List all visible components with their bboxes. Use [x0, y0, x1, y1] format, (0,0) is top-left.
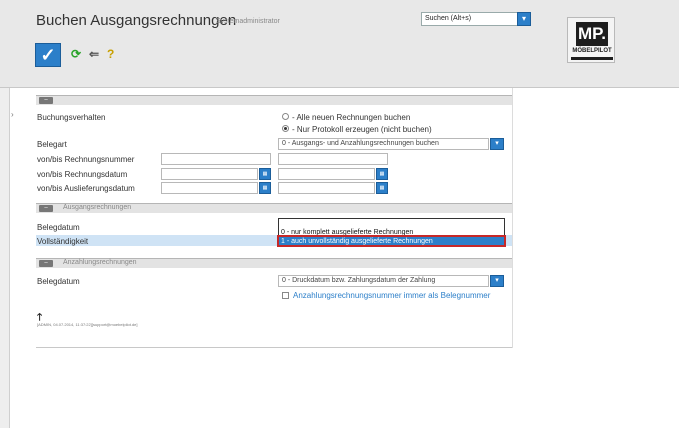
rechnungsdatum-label: von/bis Rechnungsdatum [37, 170, 128, 179]
search-dropdown-button[interactable]: ▾ [517, 12, 531, 26]
vollstaendigkeit-label: Vollständigkeit [37, 237, 89, 246]
logo-text: MÖBELPILOT [572, 48, 612, 54]
radio-nur-protokoll-label: - Nur Protokoll erzeugen (nicht buchen) [292, 125, 432, 134]
left-rail [0, 88, 10, 428]
logo-mark: MP. [576, 22, 608, 46]
footer-meta: [ADMIN, 04.07.2014, 11:37:22][support@mo… [37, 322, 138, 327]
help-icon[interactable]: ? [107, 47, 114, 61]
calendar-icon[interactable]: ▦ [259, 182, 271, 194]
content-right-border [512, 88, 513, 348]
radio-alle-buchen[interactable] [282, 113, 289, 120]
app-header: Buchen Ausgangsrechnungen Systemadminist… [0, 0, 679, 88]
check-icon[interactable]: ✓ [35, 43, 61, 67]
section-anzahlungsrechnungen-header: – Anzahlungsrechnungen [36, 258, 512, 268]
rechnungsnummer-bis-input[interactable] [278, 153, 388, 165]
belegdatum-dropdown-button[interactable]: ▾ [490, 275, 504, 287]
belegdatum-label: Belegdatum [37, 223, 80, 232]
expand-sidebar-icon[interactable]: › [11, 110, 19, 122]
section-title: Ausgangsrechnungen [63, 204, 132, 211]
belegdatum-anzahlung-label: Belegdatum [37, 277, 80, 286]
calendar-icon[interactable]: ▦ [376, 182, 388, 194]
section-general-header: – [36, 95, 512, 105]
belegart-dropdown-button[interactable]: ▾ [490, 138, 504, 150]
collapse-icon[interactable]: – [39, 205, 53, 212]
back-arrow-icon[interactable]: ⇐ [89, 47, 99, 61]
radio-nur-protokoll[interactable] [282, 125, 289, 132]
anzahlungsnummer-checkbox[interactable] [282, 292, 289, 299]
rechnungsdatum-von-input[interactable] [161, 168, 258, 180]
calendar-icon[interactable]: ▦ [259, 168, 271, 180]
auslieferungsdatum-von-input[interactable] [161, 182, 258, 194]
rechnungsnummer-von-input[interactable] [161, 153, 271, 165]
rechnungsdatum-bis-input[interactable] [278, 168, 375, 180]
content-bottom-border [36, 347, 512, 348]
rechnungsnummer-label: von/bis Rechnungsnummer [37, 155, 135, 164]
belegart-select[interactable]: 0 - Ausgangs- und Anzahlungsrechnungen b… [278, 138, 489, 150]
buchungsverhalten-label: Buchungsverhalten [37, 113, 106, 122]
section-ausgangsrechnungen-header: – Ausgangsrechnungen [36, 203, 512, 213]
calendar-icon[interactable]: ▦ [376, 168, 388, 180]
auslieferungsdatum-label: von/bis Auslieferungsdatum [37, 184, 135, 193]
refresh-icon[interactable]: ⟳ [71, 47, 81, 61]
radio-alle-buchen-label: - Alle neuen Rechnungen buchen [292, 113, 411, 122]
collapse-icon[interactable]: – [39, 97, 53, 104]
search-input[interactable]: Suchen (Alt+s) [421, 12, 521, 26]
anzahlungsnummer-checkbox-label: Anzahlungsrechnungsnummer immer als Bele… [293, 291, 491, 300]
user-label: Systemadministrator [216, 18, 280, 25]
page-title: Buchen Ausgangsrechnungen [36, 12, 237, 29]
logo-stripe [571, 57, 613, 60]
highlight-frame [277, 235, 506, 247]
logo: MP. MÖBELPILOT [567, 17, 615, 63]
section-title: Anzahlungsrechnungen [63, 259, 137, 266]
collapse-icon[interactable]: – [39, 260, 53, 267]
belegart-label: Belegart [37, 140, 67, 149]
auslieferungsdatum-bis-input[interactable] [278, 182, 375, 194]
belegdatum-anzahlung-select[interactable]: 0 - Druckdatum bzw. Zahlungsdatum der Za… [278, 275, 489, 287]
